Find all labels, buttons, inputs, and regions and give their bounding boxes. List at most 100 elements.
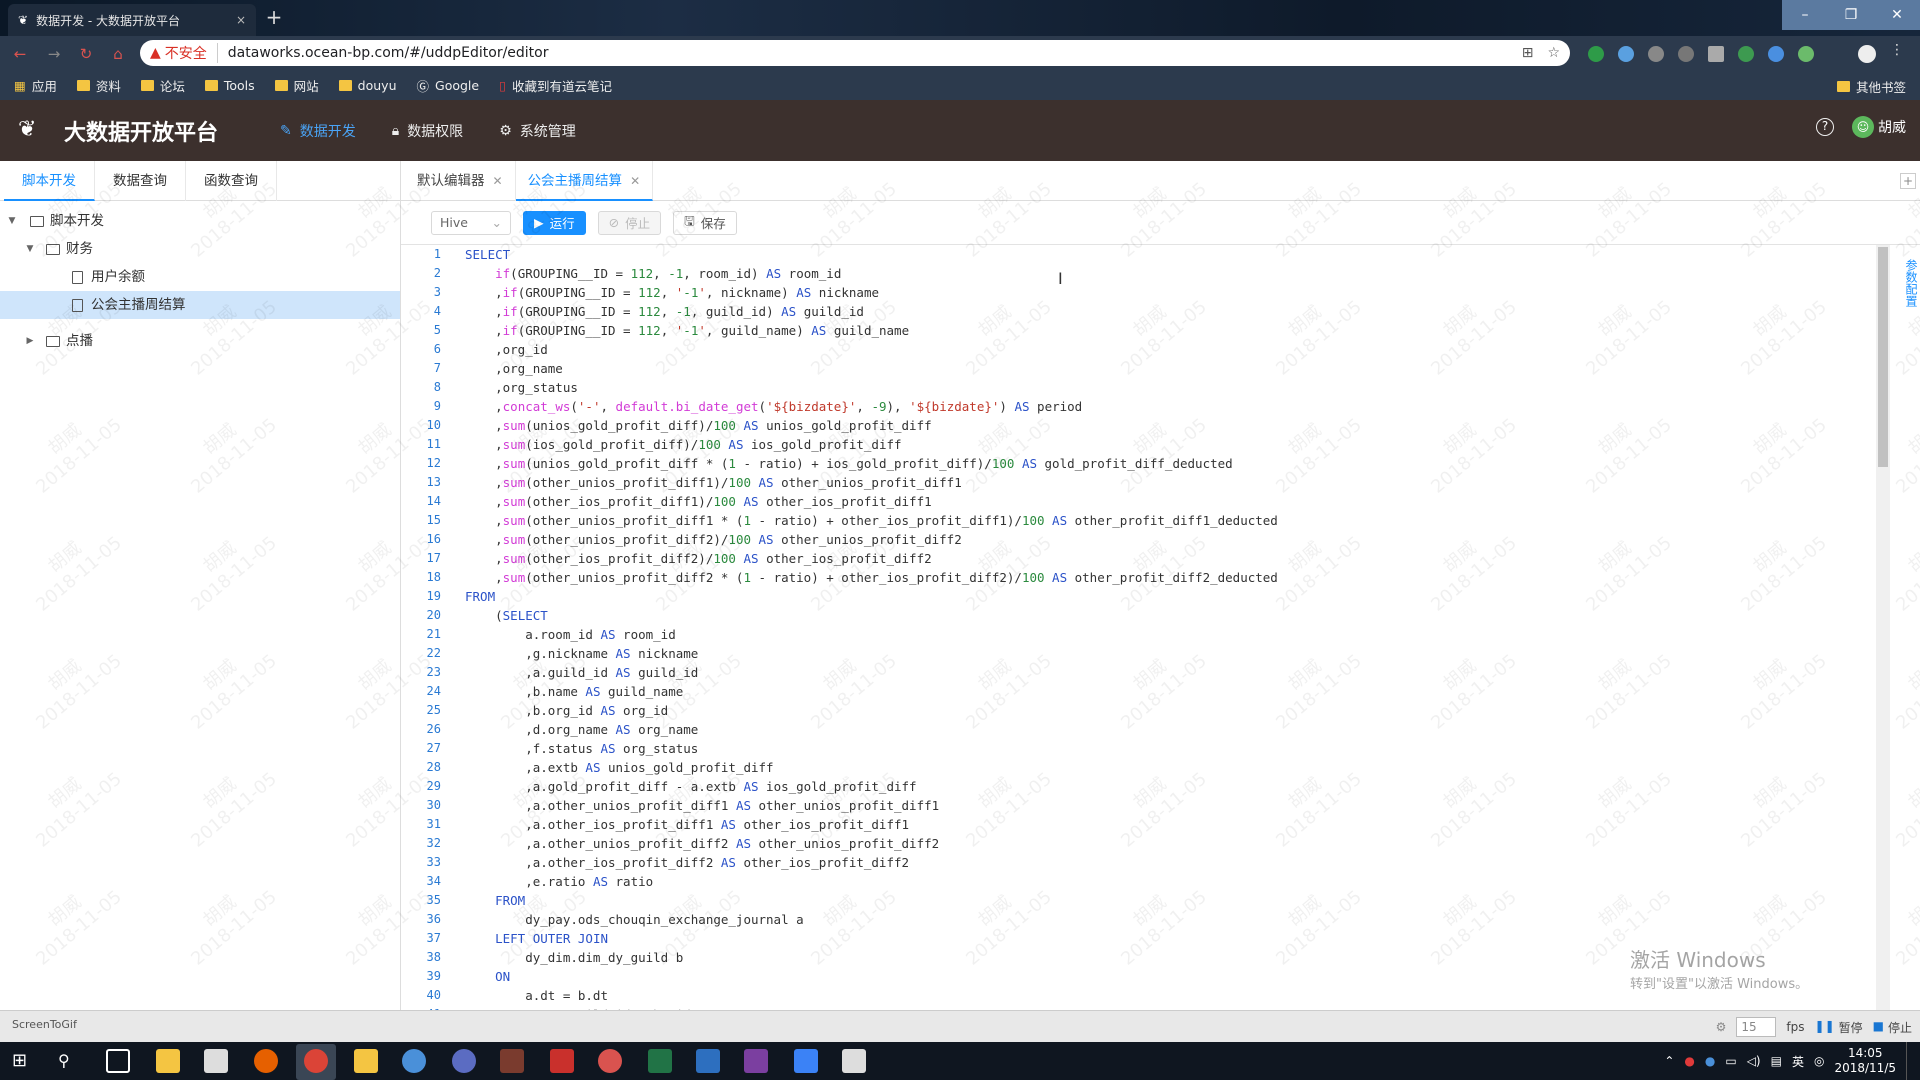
back-icon[interactable]: ← <box>10 44 30 64</box>
caret-down-icon[interactable]: ▼ <box>4 207 20 235</box>
code-line[interactable]: ,if(GROUPING__ID = 112, '-1', nickname) … <box>465 283 1278 302</box>
code-line[interactable]: ,a.other_ios_profit_diff2 AS other_ios_p… <box>465 853 1278 872</box>
caret-right-icon[interactable]: ▶ <box>22 327 38 355</box>
profile-icon[interactable] <box>1858 45 1876 63</box>
browser-tab[interactable]: ❦ 数据开发 - 大数据开放平台 × <box>8 4 256 36</box>
code-line[interactable]: ,if(GROUPING__ID = 112, '-1', guild_name… <box>465 321 1278 340</box>
extension-icon[interactable] <box>1768 46 1784 62</box>
code-line[interactable]: a.room_id AS room_id <box>465 625 1278 644</box>
nav-system-admin[interactable]: ⚙ 系统管理 <box>499 121 576 141</box>
code-line[interactable]: ,a.guild_id AS guild_id <box>465 663 1278 682</box>
code-line[interactable]: ,sum(unios_gold_profit_diff * (1 - ratio… <box>465 454 1278 473</box>
code-line[interactable]: ,a.extb AS unios_gold_profit_diff <box>465 758 1278 777</box>
other-bookmarks[interactable]: 其他书签 <box>1836 77 1906 96</box>
fps-input[interactable]: 15 <box>1736 1017 1777 1037</box>
tree-node-guild-weekly[interactable]: 公会主播周结算 <box>0 291 400 319</box>
vertical-scrollbar[interactable] <box>1876 245 1890 1010</box>
app-icon[interactable] <box>598 1049 622 1073</box>
bookmark-google[interactable]: Ⓖ Google <box>417 76 480 95</box>
new-tab-button[interactable]: + <box>262 6 286 30</box>
bookmark-folder[interactable]: douyu <box>338 78 397 93</box>
code-line[interactable]: LEFT OUTER JOIN <box>465 929 1278 948</box>
url-text[interactable]: dataworks.ocean-bp.com/#/uddpEditor/edit… <box>228 45 549 61</box>
reload-icon[interactable]: ↻ <box>76 44 96 64</box>
bookmark-folder[interactable]: Tools <box>204 78 255 93</box>
editor-tab-guild-weekly[interactable]: 公会主播周结算 ✕ <box>515 161 654 201</box>
code-line[interactable]: ,a.other_unios_profit_diff2 AS other_uni… <box>465 834 1278 853</box>
scroll-thumb[interactable] <box>1878 247 1888 467</box>
code-line[interactable]: ,a.other_unios_profit_diff1 AS other_uni… <box>465 796 1278 815</box>
forward-icon[interactable]: → <box>44 44 64 64</box>
help-icon[interactable]: ? <box>1816 118 1834 136</box>
minimize-button[interactable]: – <box>1782 0 1828 30</box>
code-line[interactable]: ,sum(other_unios_profit_diff2)/100 AS ot… <box>465 530 1278 549</box>
code-line[interactable]: dy_dim.dim_dy_guild b <box>465 948 1278 967</box>
code-line[interactable]: ,b.org_id AS org_id <box>465 701 1278 720</box>
editor-tab-default[interactable]: 默认编辑器 ✕ <box>405 161 516 201</box>
nav-data-dev[interactable]: ✎ 数据开发 <box>280 121 356 141</box>
code-line[interactable]: ,sum(other_unios_profit_diff1)/100 AS ot… <box>465 473 1278 492</box>
code-line[interactable]: SELECT <box>465 245 1278 264</box>
tab-data-query[interactable]: 数据查询 <box>95 161 186 201</box>
translate-icon[interactable]: ⊞ <box>1522 45 1534 61</box>
extension-icon[interactable] <box>1588 46 1604 62</box>
app-icon[interactable] <box>842 1049 866 1073</box>
url-bar[interactable]: ▲ 不安全 dataworks.ocean-bp.com/#/uddpEdito… <box>140 40 1570 66</box>
code-line[interactable]: ON <box>465 967 1278 986</box>
security-label[interactable]: 不安全 <box>165 43 218 63</box>
menu-icon[interactable]: ⋮ <box>1890 42 1906 58</box>
clock[interactable]: 14:05 2018/11/5 <box>1834 1046 1896 1076</box>
run-button[interactable]: ▶ 运行 <box>523 210 586 235</box>
tab-script-dev[interactable]: 脚本开发 <box>4 161 95 201</box>
code-line[interactable]: ,g.nickname AS nickname <box>465 644 1278 663</box>
tree-node-finance[interactable]: ▼ 财务 <box>0 235 400 263</box>
code-line[interactable]: ,org_id <box>465 340 1278 359</box>
windows-start-icon[interactable]: ⊞ <box>12 1049 36 1073</box>
close-icon[interactable]: ✕ <box>630 161 640 199</box>
star-icon[interactable]: ☆ <box>1547 45 1560 61</box>
code-line[interactable]: ,sum(other_unios_profit_diff2 * (1 - rat… <box>465 568 1278 587</box>
code-line[interactable]: ,org_status <box>465 378 1278 397</box>
bookmark-youdao[interactable]: ▯ 收藏到有道云笔记 <box>499 76 612 95</box>
show-desktop-button[interactable] <box>1906 1042 1910 1080</box>
network-icon[interactable]: ▭ <box>1725 1054 1736 1068</box>
extension-icon[interactable] <box>1648 46 1664 62</box>
save-button[interactable]: 🖫︎ 保存 <box>673 210 737 235</box>
restore-button[interactable]: ❐ <box>1828 0 1874 30</box>
extension-icon[interactable] <box>1738 46 1754 62</box>
excel-icon[interactable] <box>648 1049 672 1073</box>
app-icon[interactable] <box>500 1049 524 1073</box>
close-window-button[interactable]: ✕ <box>1874 0 1920 30</box>
folder-icon[interactable] <box>354 1049 378 1073</box>
code-lines[interactable]: SELECT if(GROUPING__ID = 112, -1, room_i… <box>465 245 1278 1010</box>
code-line[interactable]: ,d.org_name AS org_name <box>465 720 1278 739</box>
notification-icon[interactable]: ▤ <box>1771 1054 1782 1068</box>
code-line[interactable]: if(GROUPING__ID = 112, -1, room_id) AS r… <box>465 264 1278 283</box>
caret-down-icon[interactable]: ▼ <box>22 235 38 263</box>
code-line[interactable]: ,sum(ios_gold_profit_diff)/100 AS ios_go… <box>465 435 1278 454</box>
bookmark-folder[interactable]: 论坛 <box>140 76 185 95</box>
bookmark-apps[interactable]: ▦ 应用 <box>14 76 57 95</box>
engine-select[interactable]: Hive ⌄ <box>431 210 511 235</box>
app-icon[interactable] <box>452 1049 476 1073</box>
param-config-tab[interactable]: 参数配置 <box>1890 205 1920 355</box>
code-line[interactable]: ,sum(other_ios_profit_diff1)/100 AS othe… <box>465 492 1278 511</box>
code-line[interactable]: FROM <box>465 891 1278 910</box>
stop-record-button[interactable]: ■ 停止 <box>1873 1019 1912 1036</box>
tab-function-query[interactable]: 函数查询 <box>186 161 277 201</box>
code-editor[interactable]: 1 2 3 4 5 6 7 8 9 10 11 12 13 14 15 16 17 18 19 20 21 22 23 24 2… <box>401 245 1876 1010</box>
webstorm-icon[interactable] <box>696 1049 720 1073</box>
code-line[interactable]: ,org_name <box>465 359 1278 378</box>
task-view-icon[interactable] <box>106 1049 130 1073</box>
home-icon[interactable]: ⌂ <box>108 44 128 64</box>
pause-button[interactable]: ❚❚ 暂停 <box>1815 1019 1863 1036</box>
app-icon[interactable] <box>550 1049 574 1073</box>
extension-icon[interactable] <box>1708 46 1724 62</box>
code-line[interactable]: ,concat_ws('-', default.bi_date_get('${b… <box>465 397 1278 416</box>
user-menu[interactable]: ☺ 胡威 <box>1852 116 1906 138</box>
store-icon[interactable] <box>204 1049 228 1073</box>
gear-icon[interactable]: ⚙ <box>1716 1020 1727 1034</box>
tray-icon[interactable]: ● <box>1705 1054 1715 1068</box>
code-line[interactable]: ,b.name AS guild_name <box>465 682 1278 701</box>
ime-indicator[interactable]: 英 <box>1792 1053 1804 1070</box>
